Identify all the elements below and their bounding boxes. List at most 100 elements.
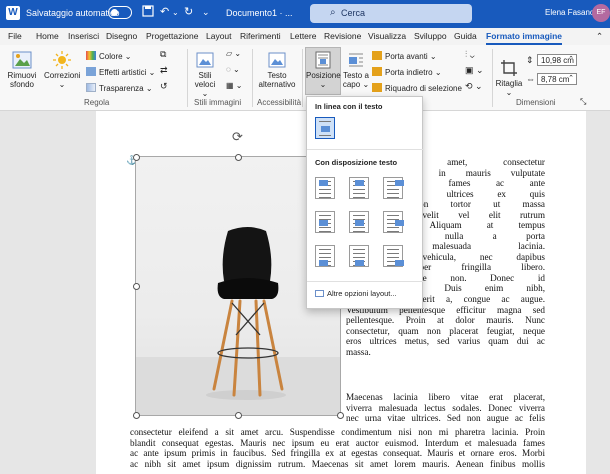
position-button[interactable]: Posizione ⌄ xyxy=(305,47,341,95)
text-line: consectetur eleifend a sit amet arcu. Su… xyxy=(130,427,545,437)
color-button[interactable]: Colore ⌄ xyxy=(86,51,132,61)
text-line: viverra malesuada lectus sodales. Donec … xyxy=(346,402,545,413)
layout-wrap-option[interactable] xyxy=(315,245,335,267)
resize-handle[interactable] xyxy=(133,412,140,419)
title-bar: W Salvataggio automatico ↶ ⌄ ↻ ⌄ Documen… xyxy=(0,0,610,28)
more-layout-options[interactable]: Altre opzioni layout... xyxy=(315,289,397,298)
search-box[interactable]: ⌕ Cerca xyxy=(310,4,472,23)
picture-layout-icon[interactable]: ▦ ⌄ xyxy=(226,81,242,90)
artistic-effects-button[interactable]: Effetti artistici ⌄ xyxy=(86,67,155,77)
tab-lettere[interactable]: Lettere xyxy=(290,31,316,41)
group-accessibilita: Accessibilità xyxy=(257,98,302,107)
reset-picture-icon[interactable]: ↺ xyxy=(160,81,168,92)
position-dropdown: In linea con il testo Con disposizione t… xyxy=(306,96,424,309)
text-line: Maecenas lacinia libero vitae erat place… xyxy=(346,392,545,402)
transparency-icon xyxy=(86,83,96,92)
undo-dropdown-icon[interactable]: ⌄ xyxy=(172,8,179,17)
text-line: eros ultrices metus, sed varius quam dui… xyxy=(346,336,545,346)
tab-revisione[interactable]: Revisione xyxy=(324,31,361,41)
search-icon: ⌕ xyxy=(330,7,336,18)
layout-wrap-option[interactable] xyxy=(349,211,369,233)
tab-file[interactable]: File xyxy=(8,31,22,41)
undo-icon[interactable]: ↶ xyxy=(160,5,169,18)
transparency-button[interactable]: Trasparenza ⌄ xyxy=(86,83,153,93)
layout-wrap-option[interactable] xyxy=(315,177,335,199)
alt-text-button[interactable]: Testo alternativo xyxy=(256,51,298,89)
text-paragraph-2: Maecenas lacinia libero vitae erat place… xyxy=(346,392,545,424)
layout-wrap-option[interactable] xyxy=(349,245,369,267)
bring-forward-button[interactable]: Porta avanti ⌄ xyxy=(372,51,437,61)
user-name[interactable]: Elena Fasano xyxy=(545,8,594,17)
tab-formato-immagine[interactable]: Formato immagine xyxy=(486,31,563,45)
document-area: olor sit amet, consectetur ce et dui in m… xyxy=(0,111,610,474)
tab-guida[interactable]: Guida xyxy=(454,31,477,41)
wrap-text-button[interactable]: Testo a capo ⌄ xyxy=(342,51,370,89)
separator xyxy=(492,49,493,107)
layout-wrap-option[interactable] xyxy=(315,211,335,233)
document-title[interactable]: Documento1 · ... xyxy=(226,8,293,18)
bring-forward-icon xyxy=(372,51,382,60)
send-backward-button[interactable]: Porta indietro ⌄ xyxy=(372,67,442,77)
ribbon-tabs: File Home Inserisci Disegno Progettazion… xyxy=(0,28,610,45)
text-line: ac nibh sit amet ipsum dignissim rutrum.… xyxy=(130,458,545,469)
sun-icon xyxy=(53,51,71,69)
wrap-header: Con disposizione testo xyxy=(315,158,398,167)
tab-disegno[interactable]: Disegno xyxy=(106,31,137,41)
layout-wrap-option[interactable] xyxy=(349,177,369,199)
artistic-effects-icon xyxy=(86,67,96,76)
text-full-width: consectetur eleifend a sit amet arcu. Su… xyxy=(130,427,545,469)
tab-layout[interactable]: Layout xyxy=(206,31,232,41)
avatar[interactable]: EF xyxy=(592,4,610,22)
send-backward-icon xyxy=(372,67,382,76)
layout-wrap-option[interactable] xyxy=(383,177,404,199)
resize-handle[interactable] xyxy=(235,154,242,161)
position-icon xyxy=(315,51,331,69)
height-input[interactable]: 10,98 cm xyxy=(537,54,577,66)
quick-styles-button[interactable]: Stili veloci ⌄ xyxy=(190,51,220,98)
width-input[interactable]: 8,78 cm xyxy=(537,73,577,85)
group-objects-icon[interactable]: ▣ ⌄ xyxy=(465,65,484,76)
tab-home[interactable]: Home xyxy=(36,31,59,41)
layout-wrap-option[interactable] xyxy=(383,211,404,233)
layout-wrap-option[interactable] xyxy=(383,245,404,267)
autosave-toggle[interactable] xyxy=(108,6,132,19)
resize-handle[interactable] xyxy=(133,283,140,290)
picture-border-icon[interactable]: ▱ ⌄ xyxy=(226,49,241,58)
tab-visualizza[interactable]: Visualizza xyxy=(368,31,406,41)
tab-sviluppo[interactable]: Sviluppo xyxy=(414,31,447,41)
align-icon[interactable]: ⫶ ⌄ xyxy=(465,49,475,60)
save-icon[interactable] xyxy=(142,5,154,20)
rotate-handle-icon[interactable]: ⟳ xyxy=(232,129,243,145)
selection-pane-icon xyxy=(372,83,382,92)
tab-riferimenti[interactable]: Riferimenti xyxy=(240,31,281,41)
text-line: nec urna vitae ultrices. Sed non augue a… xyxy=(346,413,545,423)
selection-pane-button[interactable]: Riquadro di selezione xyxy=(372,83,462,93)
wrap-text-icon xyxy=(349,53,363,67)
crop-button[interactable]: Ritaglia ⌄ xyxy=(494,59,524,97)
customize-icon[interactable]: ⌄ xyxy=(202,7,210,18)
picture-effects-icon[interactable]: ◌ ⌄ xyxy=(226,65,240,74)
alt-text-icon xyxy=(268,52,286,68)
layout-inline[interactable] xyxy=(315,117,335,139)
redo-icon[interactable]: ↻ xyxy=(184,5,193,18)
resize-handle[interactable] xyxy=(337,412,344,419)
height-icon: ⇕ xyxy=(526,55,534,65)
tab-inserisci[interactable]: Inserisci xyxy=(68,31,99,41)
dimensions-launcher-icon[interactable]: ⤡ xyxy=(580,97,586,107)
quick-styles-icon xyxy=(196,52,214,68)
resize-handle[interactable] xyxy=(235,412,242,419)
ribbon-collapse-icon[interactable]: ⌃ xyxy=(596,31,603,42)
change-picture-icon[interactable]: ⇄ xyxy=(160,65,168,76)
autosave-label: Salvataggio automatico xyxy=(26,8,120,18)
rotate-icon[interactable]: ⟲ ⌄ xyxy=(465,81,483,92)
inline-header: In linea con il testo xyxy=(315,102,383,111)
compress-pictures-icon[interactable]: ⧉ xyxy=(160,49,166,60)
remove-background-button[interactable]: Rimuovi sfondo xyxy=(4,51,40,89)
ribbon: Rimuovi sfondo Correzioni ⌄ Colore ⌄ Effe… xyxy=(0,45,610,111)
resize-handle[interactable] xyxy=(133,154,140,161)
layout-options-icon xyxy=(315,290,324,297)
text-line: massa. xyxy=(346,346,371,357)
tab-progettazione[interactable]: Progettazione xyxy=(146,31,198,41)
corrections-button[interactable]: Correzioni ⌄ xyxy=(44,51,80,89)
separator xyxy=(302,49,303,107)
